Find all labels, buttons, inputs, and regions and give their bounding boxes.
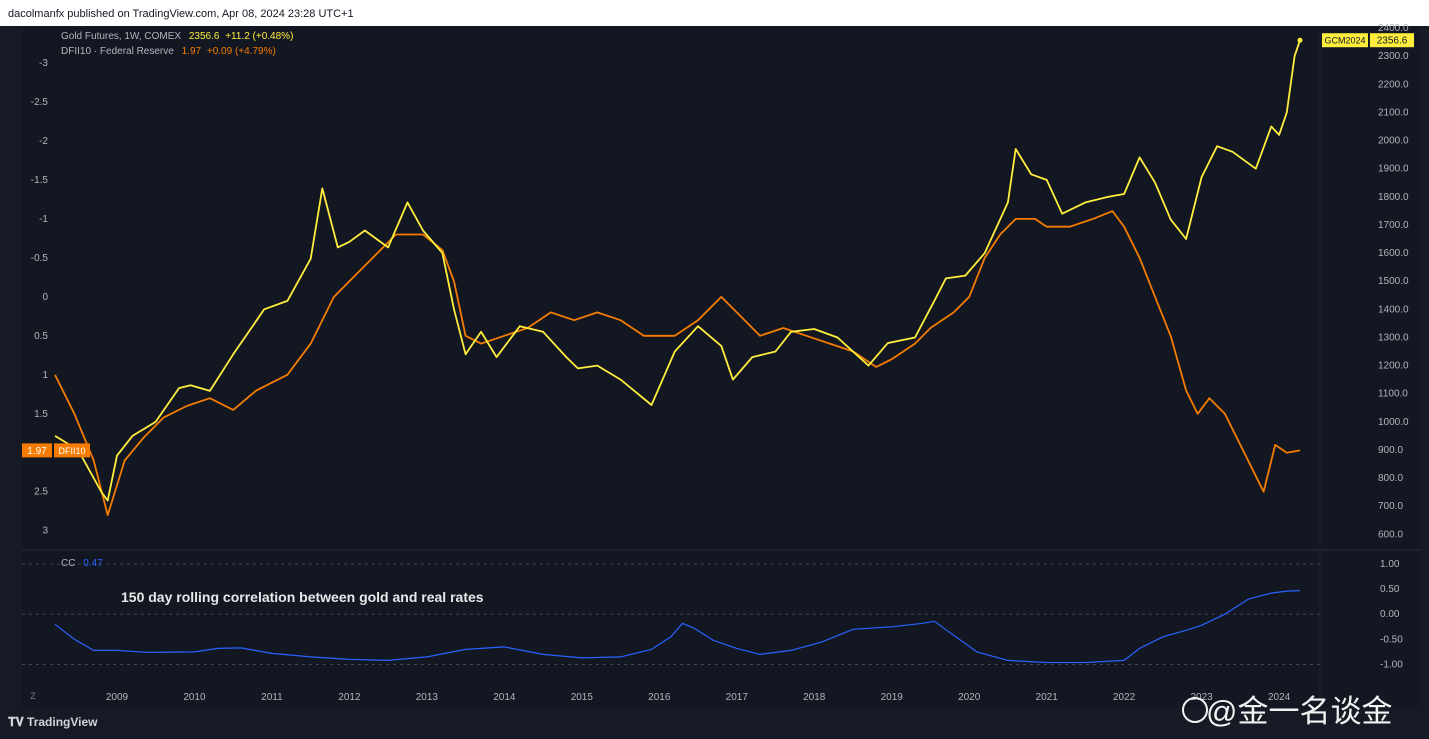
cc-legend-value: 0.47 [83, 558, 103, 569]
right-axis-tick: 2300.0 [1378, 51, 1409, 62]
right-axis-tick: 800.0 [1378, 473, 1403, 484]
dfii-legend-change: +0.09 (+4.79%) [206, 46, 276, 57]
left-axis-tick: -0.5 [31, 253, 49, 264]
tradingview-logo-icon: 𝐓𝐕 [8, 715, 24, 729]
right-axis-tick: 2000.0 [1378, 136, 1409, 147]
left-axis-tick: 3 [42, 526, 48, 537]
chart-svg[interactable]: 2400.02300.02200.02100.02000.01900.01800… [0, 0, 1429, 739]
right-axis-tick: 1500.0 [1378, 276, 1409, 287]
cc-legend: CC 0.47 [61, 558, 103, 569]
gold-symbol-tag-text: GCM2024 [1324, 36, 1365, 46]
left-axis-tick: -1.5 [31, 175, 49, 186]
gold-price-tag-text: 2356.6 [1377, 36, 1408, 47]
gold-line [54, 39, 1301, 502]
right-axis-tick: 1800.0 [1378, 192, 1409, 203]
left-axis-tick: 2.5 [34, 487, 48, 498]
x-axis-tick: 2018 [803, 692, 826, 703]
cc-axis-tick: -1.00 [1380, 659, 1403, 670]
log-scale-toggle: Z [30, 691, 36, 701]
dfii-line [54, 210, 1301, 516]
tradingview-logo[interactable]: 𝐓𝐕 TradingView [8, 715, 98, 730]
left-axis-tick: -3 [39, 58, 48, 69]
x-axis-tick: 2021 [1036, 692, 1059, 703]
left-axis-tick: -2 [39, 136, 48, 147]
x-axis-tick: 2012 [338, 692, 361, 703]
right-axis-tick: 1600.0 [1378, 248, 1409, 259]
left-axis-tick: 1.5 [34, 409, 48, 420]
x-axis-tick: 2019 [881, 692, 904, 703]
right-axis-tick: 700.0 [1378, 501, 1403, 512]
x-axis-tick: 2011 [261, 692, 283, 703]
right-axis-tick: 1900.0 [1378, 164, 1409, 175]
cc-axis-tick: 0.50 [1380, 584, 1400, 595]
correlation-annotation: 150 day rolling correlation between gold… [121, 589, 484, 605]
dfii-legend: DFII10 · Federal Reserve 1.97 +0.09 (+4.… [61, 46, 276, 57]
x-axis-tick: 2013 [416, 692, 439, 703]
tradingview-logo-text: TradingView [27, 715, 98, 729]
watermark-text: @金一名谈金 [1206, 694, 1393, 729]
left-axis-tick: 1 [42, 370, 48, 381]
right-axis-tick: 2400.0 [1378, 23, 1409, 34]
gold-legend-change: +11.2 (+0.48%) [225, 31, 294, 42]
dfii-legend-value: 1.97 [181, 46, 202, 57]
right-axis-tick: 1300.0 [1378, 332, 1409, 343]
cc-axis-tick: 0.00 [1380, 609, 1400, 620]
left-axis-tick: -2.5 [31, 97, 49, 108]
gold-legend: Gold Futures, 1W, COMEX 2356.6 +11.2 (+0… [61, 31, 293, 42]
x-axis-tick: 2009 [106, 692, 129, 703]
left-axis-tick: 0.5 [34, 331, 48, 342]
right-axis-tick: 1000.0 [1378, 417, 1409, 428]
x-axis-tick: 2022 [1113, 692, 1136, 703]
dfii-symbol-tag-text: DFII10 [58, 446, 85, 456]
right-axis-tick: 600.0 [1378, 529, 1403, 540]
right-axis-tick: 1200.0 [1378, 361, 1409, 372]
left-axis-tick: -1 [39, 214, 48, 225]
right-axis-tick: 1100.0 [1378, 389, 1408, 400]
x-axis-tick: 2010 [183, 692, 206, 703]
right-axis-tick: 2200.0 [1378, 79, 1409, 90]
cc-axis-tick: 1.00 [1380, 559, 1400, 570]
x-axis-tick: 2014 [493, 692, 516, 703]
gold-legend-label: Gold Futures, 1W, COMEX [61, 31, 182, 42]
cc-legend-label: CC [61, 558, 76, 569]
left-axis-tick: 0 [42, 292, 48, 303]
x-axis-tick: 2016 [648, 692, 671, 703]
x-axis-tick: 2015 [571, 692, 594, 703]
right-axis-tick: 1400.0 [1378, 304, 1409, 315]
right-axis-tick: 1700.0 [1378, 220, 1409, 231]
weibo-icon [1182, 697, 1208, 723]
gold-last-point [1297, 37, 1303, 43]
x-axis-tick: 2020 [958, 692, 981, 703]
dfii-value-tag-text: 1.97 [27, 446, 47, 457]
gold-legend-value: 2356.6 [188, 31, 220, 42]
dfii-legend-label: DFII10 · Federal Reserve [61, 46, 174, 57]
right-axis-tick: 900.0 [1378, 445, 1403, 456]
cc-axis-tick: -0.50 [1380, 634, 1403, 645]
x-axis-tick: 2017 [726, 692, 749, 703]
right-axis-tick: 2100.0 [1378, 107, 1409, 118]
